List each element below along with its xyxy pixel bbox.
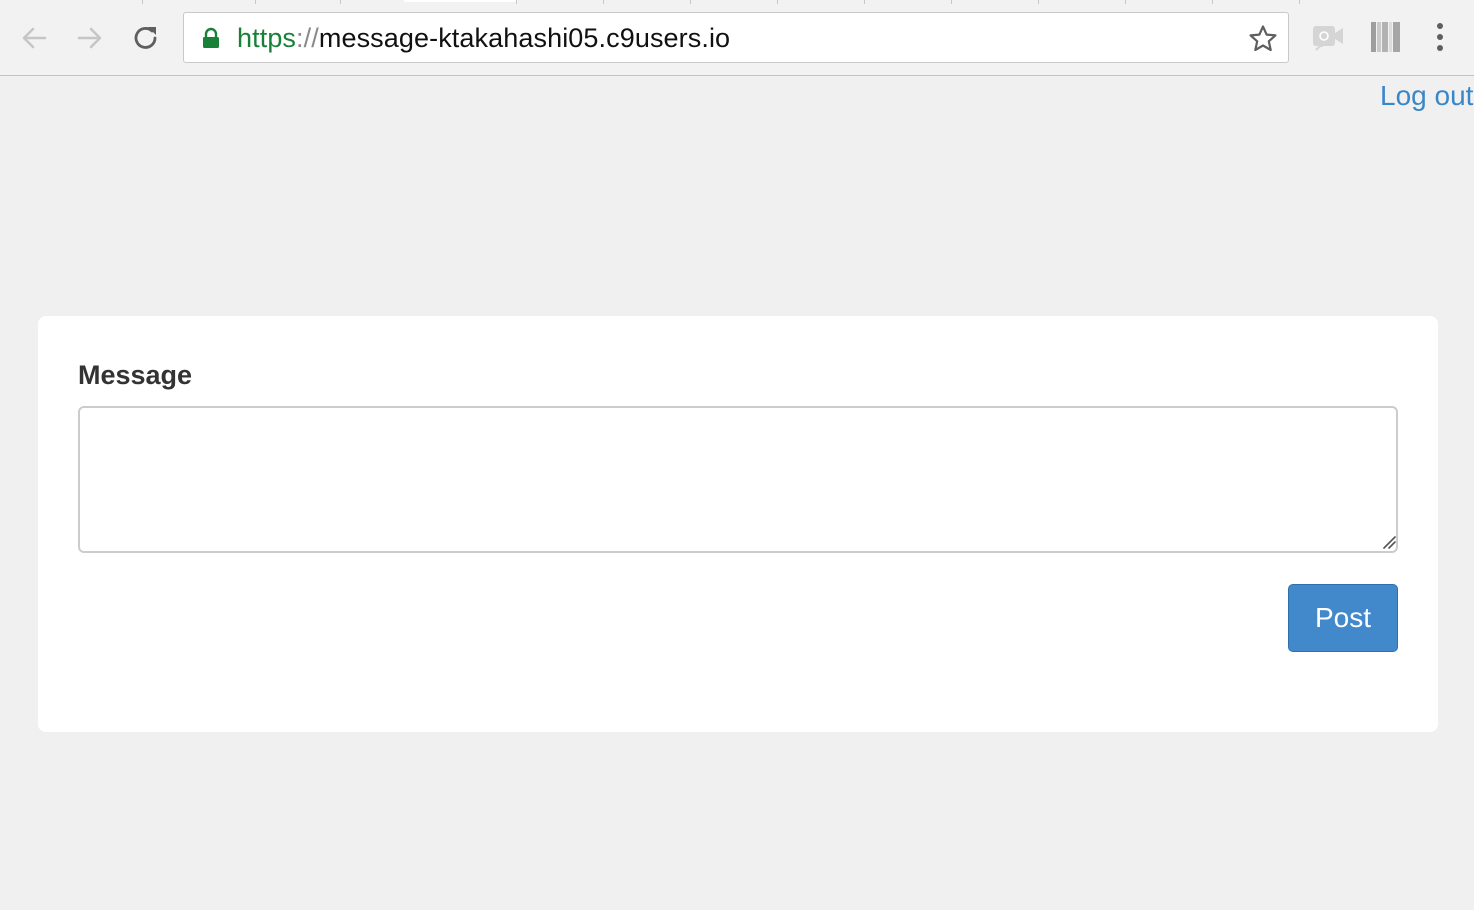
message-form-card: Message Post xyxy=(38,316,1438,732)
post-button[interactable]: Post xyxy=(1288,584,1398,652)
kebab-menu-icon[interactable] xyxy=(1428,20,1452,54)
address-bar[interactable]: https://message-ktakahashi05.c9users.io xyxy=(183,12,1289,63)
url-scheme: https xyxy=(237,23,297,53)
camera-extension-icon[interactable] xyxy=(1311,20,1345,54)
back-button[interactable] xyxy=(18,22,50,54)
reload-icon xyxy=(134,27,157,49)
lock-icon xyxy=(203,27,219,48)
logout-link[interactable]: Log out xyxy=(1380,80,1473,112)
message-textarea[interactable] xyxy=(78,406,1398,553)
forward-button[interactable] xyxy=(74,22,106,54)
barcode-extension-icon[interactable] xyxy=(1370,20,1402,54)
reload-button[interactable] xyxy=(130,22,162,54)
url-text[interactable]: https://message-ktakahashi05.c9users.io xyxy=(237,23,730,54)
active-tab[interactable] xyxy=(404,0,516,2)
url-separator: :// xyxy=(296,23,319,53)
browser-toolbar: https://message-ktakahashi05.c9users.io xyxy=(0,4,1474,76)
resize-handle-icon[interactable] xyxy=(1382,535,1396,549)
message-label: Message xyxy=(78,360,193,390)
url-host: message-ktakahashi05.c9users.io xyxy=(318,23,731,53)
back-arrow-icon xyxy=(22,27,47,49)
star-icon[interactable] xyxy=(1248,24,1278,54)
forward-arrow-icon xyxy=(77,27,102,49)
